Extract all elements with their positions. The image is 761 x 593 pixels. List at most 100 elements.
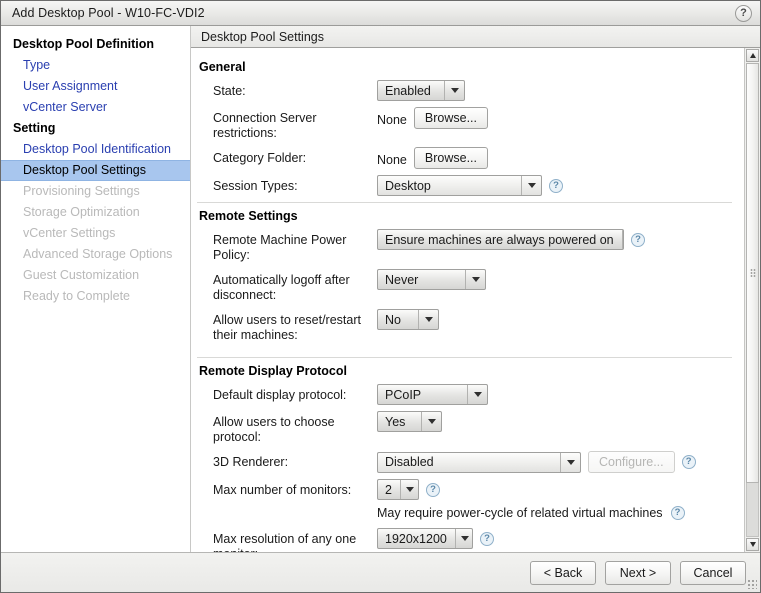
row-session-types: Session Types: Desktop ? bbox=[191, 175, 744, 196]
sidebar-item-vcenter-settings: vCenter Settings bbox=[23, 226, 116, 240]
wizard-steps-sidebar: Desktop Pool Definition Type User Assign… bbox=[1, 26, 191, 552]
chevron-down-icon bbox=[444, 81, 464, 100]
max-monitors-value: 2 bbox=[385, 482, 392, 497]
connection-server-browse-button[interactable]: Browse... bbox=[413, 107, 488, 129]
label-3d-renderer: 3D Renderer: bbox=[213, 455, 289, 469]
label-automatically-logoff: Automatically logoff after disconnect: bbox=[213, 273, 350, 302]
label-default-display-protocol: Default display protocol: bbox=[213, 388, 347, 402]
cancel-button[interactable]: Cancel bbox=[680, 560, 746, 585]
label-session-types: Session Types: bbox=[213, 179, 298, 193]
row-remote-machine-power-policy: Remote Machine Power Policy: Ensure mach… bbox=[191, 229, 744, 263]
nav-group-setting: Setting bbox=[13, 121, 56, 135]
row-allow-choose-protocol: Allow users to choose protocol: Yes bbox=[191, 411, 744, 445]
3d-renderer-configure-button: Configure... bbox=[588, 451, 675, 473]
label-allow-reset-restart: Allow users to reset/restart their machi… bbox=[213, 313, 361, 342]
max-resolution-help-icon[interactable]: ? bbox=[480, 531, 494, 546]
row-connection-server-restrictions: Connection Server restrictions: None Bro… bbox=[191, 107, 744, 141]
session-types-help-icon[interactable]: ? bbox=[549, 178, 563, 193]
chevron-down-icon bbox=[399, 480, 418, 499]
scroll-down-arrow-icon[interactable] bbox=[746, 538, 759, 551]
label-connection-server-restrictions: Connection Server restrictions: bbox=[213, 111, 317, 140]
resize-grip-icon[interactable] bbox=[746, 578, 757, 589]
scroll-up-arrow-icon[interactable] bbox=[746, 49, 759, 62]
add-desktop-pool-dialog: Add Desktop Pool - W10-FC-VDI2 ? Desktop… bbox=[0, 0, 761, 593]
sidebar-item-type[interactable]: Type bbox=[1, 55, 190, 76]
state-value: Enabled bbox=[385, 83, 431, 98]
section-title-remote-display-protocol: Remote Display Protocol bbox=[199, 364, 347, 378]
settings-panel: Desktop Pool Settings General State: Ena… bbox=[191, 26, 760, 552]
label-max-resolution: Max resolution of any one monitor: bbox=[213, 532, 357, 552]
sidebar-item-user-assignment[interactable]: User Assignment bbox=[1, 76, 190, 97]
label-remote-machine-power-policy: Remote Machine Power Policy: bbox=[213, 233, 347, 262]
sidebar-item-advanced-storage-options: Advanced Storage Options bbox=[23, 247, 173, 261]
power-cycle-note-row: May require power-cycle of related virtu… bbox=[191, 506, 744, 520]
3d-renderer-help-icon[interactable]: ? bbox=[681, 455, 696, 469]
row-state: State: Enabled bbox=[191, 80, 744, 101]
panel-header: Desktop Pool Settings bbox=[191, 26, 760, 48]
label-max-number-of-monitors: Max number of monitors: bbox=[213, 483, 352, 497]
sidebar-item-storage-optimization: Storage Optimization bbox=[23, 205, 140, 219]
row-max-number-of-monitors: Max number of monitors: 2 ? bbox=[191, 479, 744, 500]
sidebar-item-provisioning-settings: Provisioning Settings bbox=[23, 184, 140, 198]
chevron-down-icon bbox=[421, 412, 441, 431]
section-title-remote-settings: Remote Settings bbox=[199, 209, 298, 223]
label-state: State: bbox=[213, 84, 246, 98]
power-policy-value: Ensure machines are always powered on bbox=[385, 232, 614, 247]
section-divider bbox=[197, 202, 732, 203]
allow-reset-dropdown[interactable]: No bbox=[377, 309, 439, 330]
scrollbar-thumb[interactable] bbox=[746, 63, 759, 483]
title-bar: Add Desktop Pool - W10-FC-VDI2 ? bbox=[1, 1, 760, 26]
dialog-body: Desktop Pool Definition Type User Assign… bbox=[1, 26, 760, 552]
row-max-resolution: Max resolution of any one monitor: 1920x… bbox=[191, 528, 744, 552]
chevron-down-icon bbox=[418, 310, 438, 329]
auto-logoff-dropdown[interactable]: Never bbox=[377, 269, 486, 290]
help-icon[interactable]: ? bbox=[735, 5, 752, 22]
power-policy-dropdown[interactable]: Ensure machines are always powered on bbox=[377, 229, 624, 250]
next-button[interactable]: Next > bbox=[605, 560, 671, 585]
default-protocol-value: PCoIP bbox=[385, 387, 422, 402]
max-resolution-dropdown[interactable]: 1920x1200 bbox=[377, 528, 473, 549]
default-protocol-dropdown[interactable]: PCoIP bbox=[377, 384, 488, 405]
row-automatically-logoff: Automatically logoff after disconnect: N… bbox=[191, 269, 744, 303]
dialog-footer: < Back Next > Cancel bbox=[1, 552, 760, 592]
nav-group-desktop-pool-definition: Desktop Pool Definition bbox=[13, 37, 154, 51]
chevron-down-icon bbox=[467, 385, 487, 404]
category-folder-value: None bbox=[377, 152, 407, 167]
max-monitors-dropdown[interactable]: 2 bbox=[377, 479, 419, 500]
row-3d-renderer: 3D Renderer: Disabled Configure... ? bbox=[191, 451, 744, 473]
max-resolution-value: 1920x1200 bbox=[385, 531, 447, 546]
connection-server-value: None bbox=[377, 112, 407, 127]
3d-renderer-value: Disabled bbox=[385, 455, 434, 469]
allow-choose-protocol-value: Yes bbox=[385, 414, 406, 429]
chevron-down-icon bbox=[560, 452, 580, 472]
power-policy-help-icon[interactable]: ? bbox=[631, 232, 645, 247]
scrollbar-grip-icon bbox=[749, 268, 756, 278]
category-folder-browse-button[interactable]: Browse... bbox=[413, 147, 488, 169]
sidebar-item-vcenter-server[interactable]: vCenter Server bbox=[1, 97, 190, 118]
session-types-value: Desktop bbox=[385, 178, 431, 193]
chevron-down-icon bbox=[621, 230, 623, 249]
vertical-scrollbar[interactable] bbox=[744, 48, 760, 552]
settings-form: General State: Enabled Connection Server… bbox=[191, 48, 744, 552]
row-default-display-protocol: Default display protocol: PCoIP bbox=[191, 384, 744, 405]
state-dropdown[interactable]: Enabled bbox=[377, 80, 465, 101]
power-cycle-note-text: May require power-cycle of related virtu… bbox=[377, 506, 663, 520]
allow-choose-protocol-dropdown[interactable]: Yes bbox=[377, 411, 442, 432]
row-category-folder: Category Folder: None Browse... bbox=[191, 147, 744, 169]
back-button[interactable]: < Back bbox=[530, 560, 596, 585]
section-title-general: General bbox=[199, 60, 246, 74]
window-title: Add Desktop Pool - W10-FC-VDI2 bbox=[12, 6, 205, 20]
auto-logoff-value: Never bbox=[385, 272, 419, 287]
label-allow-choose-protocol: Allow users to choose protocol: bbox=[213, 415, 335, 444]
max-monitors-help-icon[interactable]: ? bbox=[426, 482, 440, 497]
power-cycle-note-help-icon[interactable]: ? bbox=[670, 506, 685, 520]
label-category-folder: Category Folder: bbox=[213, 151, 307, 165]
section-divider bbox=[197, 357, 732, 358]
sidebar-item-ready-to-complete: Ready to Complete bbox=[23, 289, 131, 303]
chevron-down-icon bbox=[521, 176, 541, 195]
3d-renderer-dropdown[interactable]: Disabled bbox=[377, 451, 581, 473]
session-types-dropdown[interactable]: Desktop bbox=[377, 175, 542, 196]
sidebar-item-desktop-pool-settings[interactable]: Desktop Pool Settings bbox=[1, 160, 190, 181]
sidebar-item-desktop-pool-identification[interactable]: Desktop Pool Identification bbox=[1, 139, 190, 160]
row-allow-reset-restart: Allow users to reset/restart their machi… bbox=[191, 309, 744, 343]
